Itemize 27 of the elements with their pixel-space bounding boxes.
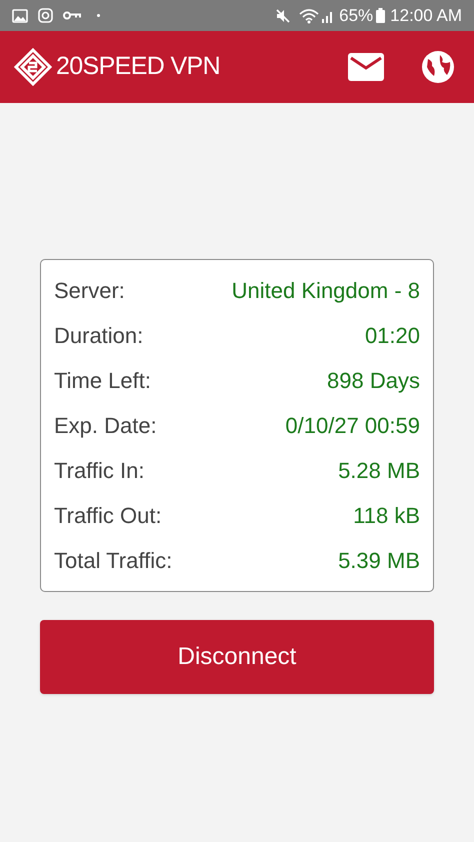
detail-label: Time Left: bbox=[54, 367, 151, 395]
battery-percent: 65% bbox=[339, 4, 374, 27]
detail-label: Total Traffic: bbox=[54, 547, 172, 575]
clock: 12:00 AM bbox=[390, 4, 462, 27]
globe-icon[interactable] bbox=[420, 49, 456, 85]
detail-label: Exp. Date: bbox=[54, 412, 157, 440]
detail-value: United Kingdom - 8 bbox=[232, 277, 420, 305]
detail-value: 118 kB bbox=[353, 502, 420, 530]
detail-label: Traffic Out: bbox=[54, 502, 162, 530]
image-icon bbox=[12, 8, 28, 22]
disconnect-button[interactable]: Disconnect bbox=[40, 620, 434, 694]
battery-icon bbox=[376, 8, 386, 23]
mute-icon bbox=[275, 8, 292, 24]
detail-value: 5.28 MB bbox=[338, 457, 420, 485]
logo-icon bbox=[14, 48, 52, 86]
key-icon bbox=[63, 11, 81, 20]
camera-icon bbox=[38, 8, 53, 23]
wifi-icon bbox=[299, 8, 320, 24]
detail-label: Traffic In: bbox=[54, 457, 144, 485]
detail-label: Duration: bbox=[54, 322, 144, 350]
detail-value: 5.39 MB bbox=[338, 547, 420, 575]
mail-icon[interactable] bbox=[348, 53, 384, 81]
app-title: 20SPEED VPN bbox=[56, 51, 220, 82]
detail-label: Server: bbox=[54, 277, 125, 305]
detail-value: 01:20 bbox=[364, 322, 420, 350]
detail-value: 0/10/27 00:59 bbox=[285, 412, 420, 440]
detail-value: 898 Days bbox=[327, 367, 420, 395]
